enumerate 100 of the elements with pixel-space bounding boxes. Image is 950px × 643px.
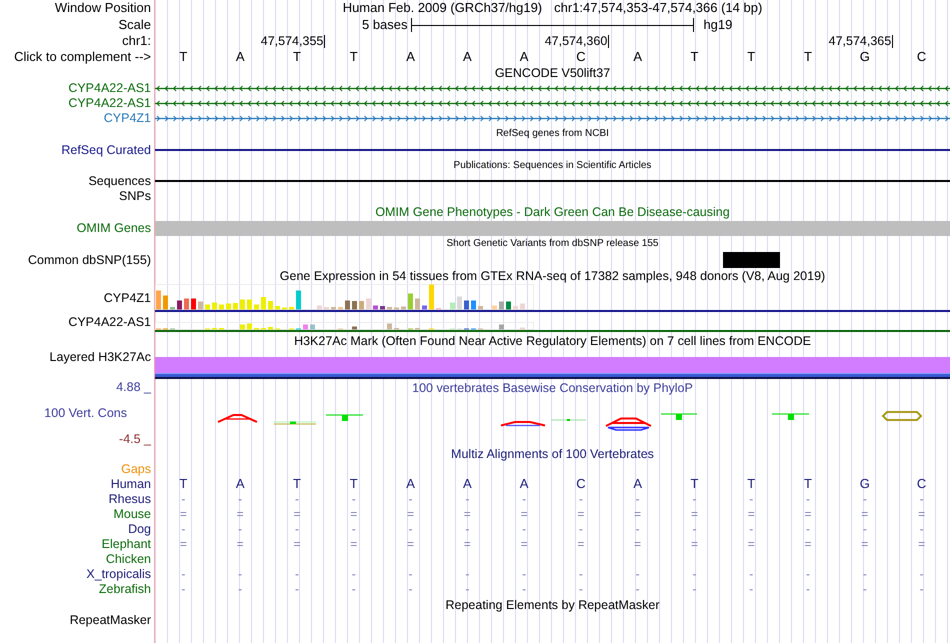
alignment-symbol: - — [238, 568, 242, 582]
base-letter: A — [633, 50, 642, 64]
alignment-symbol: - — [862, 582, 867, 596]
scale-length: 5 bases — [362, 18, 408, 32]
alignment-symbol: - — [352, 492, 356, 506]
alignment-symbol: = — [918, 538, 926, 552]
alignment-symbol: = — [464, 508, 471, 522]
track-title: Publications: Sequences in Scientific Articles — [454, 160, 652, 172]
alignment-symbol: - — [465, 568, 470, 582]
track-title: Repeating Elements by RepeatMasker — [445, 598, 660, 612]
alignment-symbol: - — [294, 492, 299, 506]
alignment-symbol: - — [636, 582, 640, 596]
alignment-symbol: - — [238, 522, 242, 536]
conservation-tick — [326, 414, 364, 421]
alignment-symbol: = — [577, 508, 584, 522]
base-letter: C — [916, 50, 926, 64]
base-letter: T — [747, 50, 756, 64]
alignment-symbol: = — [748, 538, 755, 552]
alignment-symbol: = — [350, 538, 358, 552]
alignment-symbol: - — [352, 568, 356, 582]
alignment-symbol: = — [690, 538, 698, 552]
alignment-symbol: - — [522, 492, 526, 506]
alignment-symbol: = — [350, 508, 358, 522]
ruler-label: chr1: — [122, 34, 151, 48]
coordinate-label: 47,574,360 — [544, 34, 608, 48]
alignment-symbol: - — [408, 568, 413, 582]
base-letter: A — [236, 477, 244, 492]
alignment-symbol: - — [636, 568, 640, 582]
base-letter: T — [804, 50, 812, 64]
track-label: CYP4A22-AS1 — [68, 315, 151, 330]
track-title: GENCODE V50lift37 — [494, 66, 610, 80]
alignment-symbol: - — [636, 492, 640, 506]
conservation-peak — [218, 414, 258, 423]
track-label: Human — [110, 477, 151, 492]
conservation-peak — [605, 418, 652, 431]
alignment-symbol: - — [294, 582, 299, 596]
track-label: RefSeq Curated — [61, 142, 151, 157]
track-title: 100 vertebrates Basewise Conservation by PhyloP — [412, 380, 693, 396]
alignment-symbol: - — [522, 568, 526, 582]
alignment-symbol: - — [749, 568, 754, 582]
ruler-tick-icon — [892, 34, 894, 48]
alignment-symbol: - — [181, 582, 186, 596]
alignment-symbol: - — [181, 522, 186, 536]
conservation-tick — [772, 414, 810, 420]
alignment-symbol: = — [293, 508, 300, 522]
base-letter: A — [520, 50, 528, 64]
conservation-tick — [660, 414, 698, 420]
alignment-symbol: = — [464, 538, 471, 552]
alignment-symbol: - — [862, 568, 867, 582]
track-label: Mouse — [113, 507, 151, 522]
alignment-symbol: = — [690, 508, 698, 522]
base-letter: G — [860, 50, 870, 64]
track-label: X_tropicalis — [86, 567, 151, 582]
alignment-symbol: - — [920, 522, 924, 536]
base-letter: A — [406, 50, 415, 64]
alignment-symbol: - — [806, 522, 810, 536]
track-label: Sequences — [88, 174, 151, 188]
base-letter: T — [179, 477, 188, 492]
alignment-symbol: = — [918, 508, 926, 522]
alignment-symbol: - — [862, 492, 867, 506]
alignment-symbol: = — [407, 508, 414, 522]
alignment-symbol: - — [238, 582, 242, 596]
track-label: Rhesus — [108, 492, 151, 507]
base-letter: T — [690, 50, 698, 64]
ruler-label: Window Position — [54, 1, 151, 16]
alignment-symbol: - — [806, 568, 810, 582]
alignment-symbol: = — [577, 538, 584, 552]
track-label: Zebrafish — [98, 582, 151, 597]
track-label: CYP4Z1 — [104, 290, 151, 306]
alignment-symbol: - — [636, 522, 640, 536]
base-letter: A — [462, 477, 472, 492]
conservation-tick — [550, 419, 586, 421]
alignment-symbol: = — [180, 538, 187, 552]
base-letter: T — [292, 477, 301, 492]
alignment-symbol: - — [408, 522, 413, 536]
track-label: CYP4A22-AS1 — [68, 81, 151, 96]
track-label: Chicken — [106, 552, 151, 567]
alignment-symbol: - — [352, 522, 356, 536]
alignment-symbol: = — [236, 508, 244, 522]
alignment-symbol: - — [465, 492, 470, 506]
alignment-symbol: = — [634, 538, 642, 552]
base-letter: A — [406, 477, 415, 492]
base-letter: T — [747, 477, 756, 492]
track-label: OMIM Genes — [76, 220, 151, 236]
variant-block — [722, 252, 780, 268]
base-letter: C — [576, 50, 586, 64]
base-letter: T — [350, 50, 358, 64]
alignment-symbol: = — [520, 538, 528, 552]
base-letter: A — [462, 50, 472, 64]
complement-link[interactable]: Click to complement --> — [14, 50, 151, 64]
alignment-symbol: - — [806, 582, 810, 596]
coordinate-label: 47,574,365 — [828, 34, 892, 48]
alignment-symbol: - — [408, 582, 413, 596]
alignment-symbol: - — [522, 582, 526, 596]
alignment-symbol: = — [804, 508, 812, 522]
alignment-symbol: - — [578, 568, 583, 582]
conservation-tick — [274, 422, 316, 424]
scale-min-label: -4.5 _ — [119, 432, 151, 446]
alignment-symbol: - — [294, 568, 299, 582]
alignment-symbol: = — [293, 538, 300, 552]
